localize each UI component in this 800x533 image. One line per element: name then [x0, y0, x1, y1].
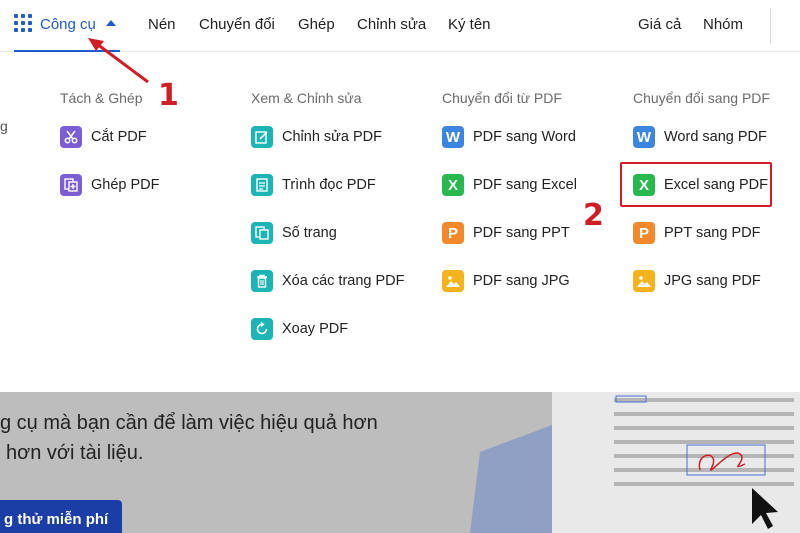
try-free-button[interactable]: g thử miễn phí	[0, 500, 123, 533]
hero-text-line-2: hơn với tài liệu.	[6, 442, 144, 464]
step-number-2: 2	[583, 198, 604, 233]
background-page: g cụ mà bạn cần để làm việc hiệu quả hơn…	[0, 392, 800, 533]
step-number-1: 1	[158, 78, 179, 113]
hero-text-line-1: g cụ mà bạn cần để làm việc hiệu quả hơn	[0, 412, 378, 434]
